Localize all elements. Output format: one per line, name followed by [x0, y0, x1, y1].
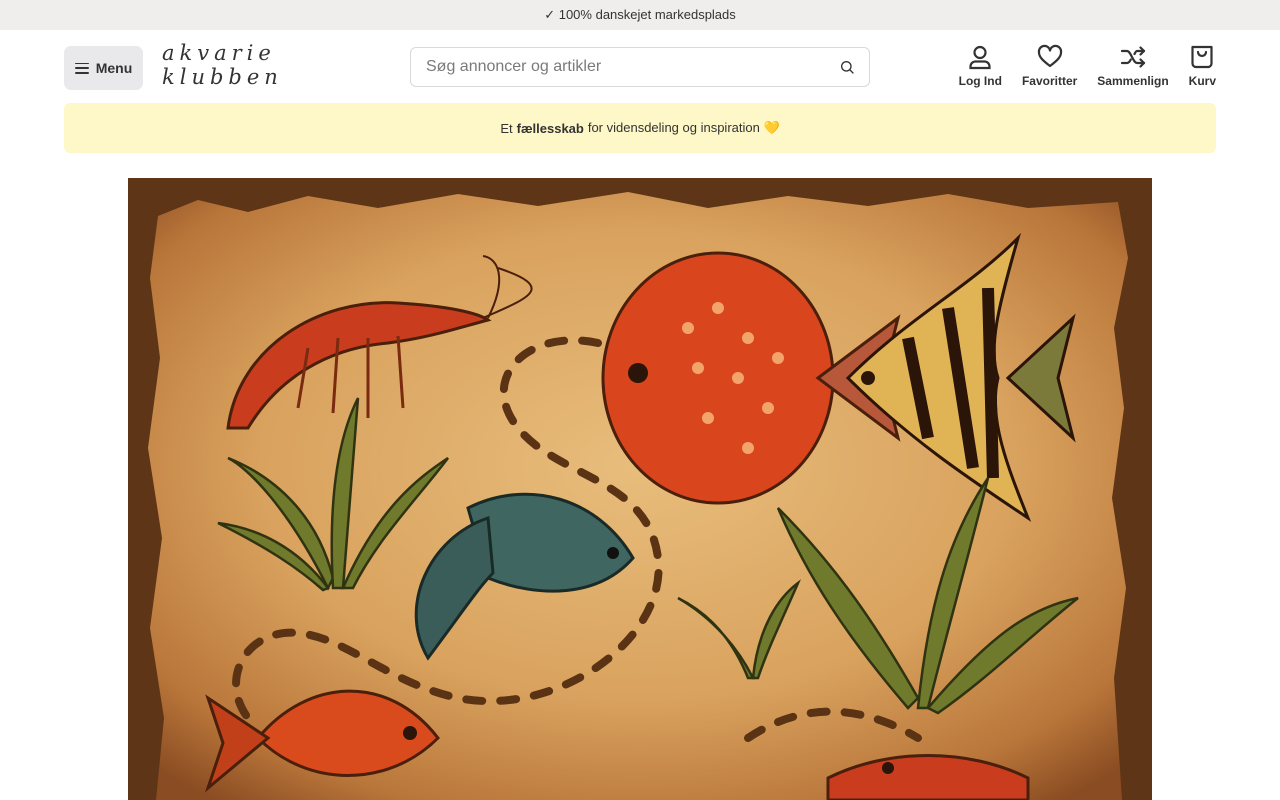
login-button[interactable]: Log Ind	[959, 44, 1002, 88]
banner-prefix: Et	[500, 120, 513, 136]
header-actions: Log Ind Favoritter Sammenlign Kurv	[959, 44, 1216, 88]
compare-label: Sammenlign	[1097, 74, 1169, 88]
top-announcement-bar: ✓ 100% danskejet markedsplads	[0, 0, 1280, 30]
community-banner: Et fællesskab for vidensdeling og inspir…	[64, 103, 1216, 153]
login-label: Log Ind	[958, 74, 1002, 88]
shuffle-icon	[1120, 46, 1146, 68]
logo-line-2: klubben	[162, 65, 283, 89]
parchment-aquarium-art	[128, 178, 1152, 800]
favorites-label: Favoritter	[1021, 74, 1078, 88]
menu-label: Menu	[95, 60, 133, 76]
search-bar	[410, 47, 870, 87]
logo-line-1: akvarie	[162, 41, 276, 65]
cart-button[interactable]: Kurv	[1189, 44, 1216, 88]
hamburger-icon	[74, 62, 89, 74]
banner-suffix: for vidensdeling og inspiration 💛	[587, 120, 780, 135]
favorites-button[interactable]: Favoritter	[1022, 44, 1077, 88]
site-header: Menu akvarie klubben Log Ind Favoritter	[0, 30, 1280, 102]
shopping-bag-icon	[1191, 45, 1213, 69]
cart-label: Kurv	[1188, 74, 1216, 88]
heart-icon	[1037, 44, 1062, 68]
menu-button[interactable]: Menu	[64, 46, 143, 90]
search-input[interactable]	[426, 58, 839, 76]
user-icon	[969, 45, 991, 70]
hero-illustration	[128, 178, 1152, 800]
site-logo[interactable]: akvarie klubben	[162, 41, 283, 93]
topbar-text: ✓ 100% danskejet markedsplads	[544, 7, 736, 22]
compare-button[interactable]: Sammenlign	[1097, 44, 1169, 88]
banner-bold: fællesskab	[516, 120, 584, 136]
search-icon[interactable]	[839, 59, 855, 75]
